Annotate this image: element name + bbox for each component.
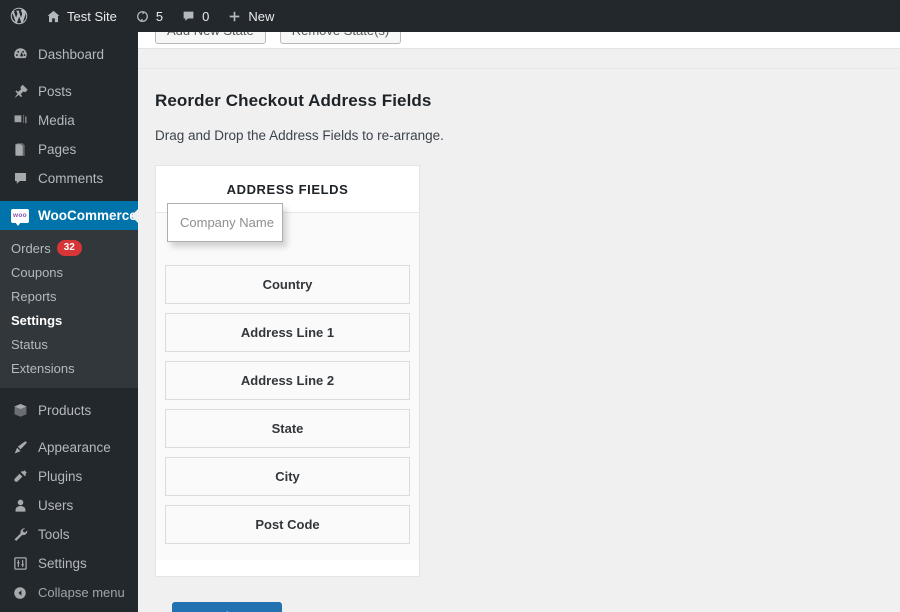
sidebar-item-label: WooCommerce	[38, 208, 137, 223]
state-buttons-row: Add New State Remove State(s)	[155, 32, 402, 44]
remove-states-button[interactable]: Remove State(s)	[279, 32, 402, 44]
sidebar-item-posts[interactable]: Posts	[0, 77, 138, 106]
media-icon	[11, 112, 29, 129]
sidebar-item-label: Users	[38, 498, 74, 513]
pages-icon	[11, 141, 29, 158]
submenu-item-label: Coupons	[11, 264, 64, 280]
plugin-plug-icon	[11, 468, 29, 485]
sidebar-item-label: Settings	[38, 556, 87, 571]
page-title: Reorder Checkout Address Fields	[155, 91, 432, 110]
sidebar-item-label: Pages	[38, 142, 77, 157]
submenu-item-coupons[interactable]: Coupons	[0, 260, 138, 284]
submenu-item-status[interactable]: Status	[0, 332, 138, 356]
sidebar-item-media[interactable]: Media	[0, 106, 138, 135]
settings-sliders-icon	[11, 555, 29, 572]
main-content: Add New State Remove State(s) Reorder Ch…	[138, 32, 900, 612]
pin-icon	[11, 83, 29, 100]
add-new-state-button[interactable]: Add New State	[155, 32, 266, 44]
submenu-item-settings[interactable]: Settings	[0, 308, 138, 332]
sidebar-item-label: Dashboard	[38, 47, 105, 62]
comments-count: 0	[202, 8, 210, 24]
submenu-item-reports[interactable]: Reports	[0, 284, 138, 308]
updates-icon	[135, 9, 150, 24]
submenu-item-extensions[interactable]: Extensions	[0, 356, 138, 380]
updates-count: 5	[155, 8, 164, 24]
sidebar-item-label: Posts	[38, 84, 72, 99]
sidebar-item-label: Media	[38, 113, 75, 128]
wordpress-logo-button[interactable]	[0, 0, 37, 32]
appearance-brush-icon	[11, 439, 29, 456]
collapse-menu-label: Collapse menu	[38, 585, 125, 600]
sidebar-item-label: Products	[38, 403, 92, 418]
sidebar-item-label: Tools	[38, 527, 70, 542]
sidebar-item-appearance[interactable]: Appearance	[0, 433, 138, 462]
submenu-item-label: Extensions	[11, 360, 75, 376]
submenu-item-orders[interactable]: Orders 32	[0, 236, 138, 260]
submenu-item-label: Settings	[11, 312, 63, 328]
field-item-state[interactable]: State	[165, 409, 410, 448]
comment-icon	[11, 170, 29, 187]
dashboard-icon	[11, 46, 29, 63]
collapse-menu-button[interactable]: Collapse menu	[0, 578, 138, 607]
reorder-section: Reorder Checkout Address Fields Drag and…	[138, 69, 900, 612]
sidebar-item-pages[interactable]: Pages	[0, 135, 138, 164]
new-label: New	[248, 8, 275, 24]
site-name-button[interactable]: Test Site	[37, 0, 126, 32]
user-icon	[11, 497, 29, 514]
active-arrow-icon	[131, 207, 139, 224]
collapse-arrow-icon	[11, 585, 29, 601]
field-item-address-line-2[interactable]: Address Line 2	[165, 361, 410, 400]
sidebar-item-comments[interactable]: Comments	[0, 164, 138, 193]
sidebar-item-dashboard[interactable]: Dashboard	[0, 40, 138, 69]
admin-page: Test Site 5 0 New Dashboard Posts Media …	[0, 0, 900, 612]
wordpress-logo-icon	[10, 7, 28, 25]
new-content-button[interactable]: New	[218, 0, 283, 32]
field-item-country[interactable]: Country	[165, 265, 410, 304]
home-icon	[46, 9, 61, 24]
sidebar-item-products[interactable]: Products	[0, 396, 138, 425]
dragging-field-company-name[interactable]: Company Name	[167, 203, 283, 242]
sidebar-item-label: Appearance	[38, 440, 111, 455]
sidebar-item-users[interactable]: Users	[0, 491, 138, 520]
sidebar-item-label: Plugins	[38, 469, 83, 484]
states-panel-bottom: Add New State Remove State(s)	[138, 32, 900, 49]
sidebar-item-woocommerce[interactable]: woo WooCommerce	[0, 201, 139, 230]
wrench-icon	[11, 526, 29, 543]
submenu-item-label: Orders	[11, 240, 51, 256]
comment-bubble-icon	[181, 9, 196, 24]
sidebar-item-label: Comments	[38, 171, 104, 186]
field-item-address-line-1[interactable]: Address Line 1	[165, 313, 410, 352]
sidebar-item-tools[interactable]: Tools	[0, 520, 138, 549]
admin-bar: Test Site 5 0 New	[0, 0, 900, 32]
plus-icon	[227, 9, 242, 24]
field-item-post-code[interactable]: Post Code	[165, 505, 410, 544]
submenu-item-label: Reports	[11, 288, 57, 304]
submenu-item-label: Status	[11, 336, 48, 352]
section-divider	[138, 49, 900, 69]
address-fields-panel: ADDRESS FIELDS Company Name Country Addr…	[155, 165, 420, 577]
comments-button[interactable]: 0	[172, 0, 218, 32]
sidebar-item-plugins[interactable]: Plugins	[0, 462, 138, 491]
page-description: Drag and Drop the Address Fields to re-a…	[155, 128, 444, 143]
sortable-field-list[interactable]: Company Name Country Address Line 1 Addr…	[156, 203, 419, 560]
updates-button[interactable]: 5	[126, 0, 172, 32]
panel-footer	[156, 560, 419, 576]
field-item-city[interactable]: City	[165, 457, 410, 496]
sidebar-item-settings[interactable]: Settings	[0, 549, 138, 578]
woo-icon: woo	[11, 208, 29, 226]
site-name-label: Test Site	[67, 8, 117, 24]
products-box-icon	[11, 402, 29, 419]
admin-sidebar: Dashboard Posts Media Pages Comments woo…	[0, 32, 139, 612]
woo-badge-label: woo	[11, 208, 29, 226]
save-changes-button[interactable]: Save changes	[172, 602, 283, 612]
orders-count-badge: 32	[56, 240, 82, 256]
woocommerce-submenu: Orders 32 Coupons Reports Settings Statu…	[0, 230, 138, 388]
